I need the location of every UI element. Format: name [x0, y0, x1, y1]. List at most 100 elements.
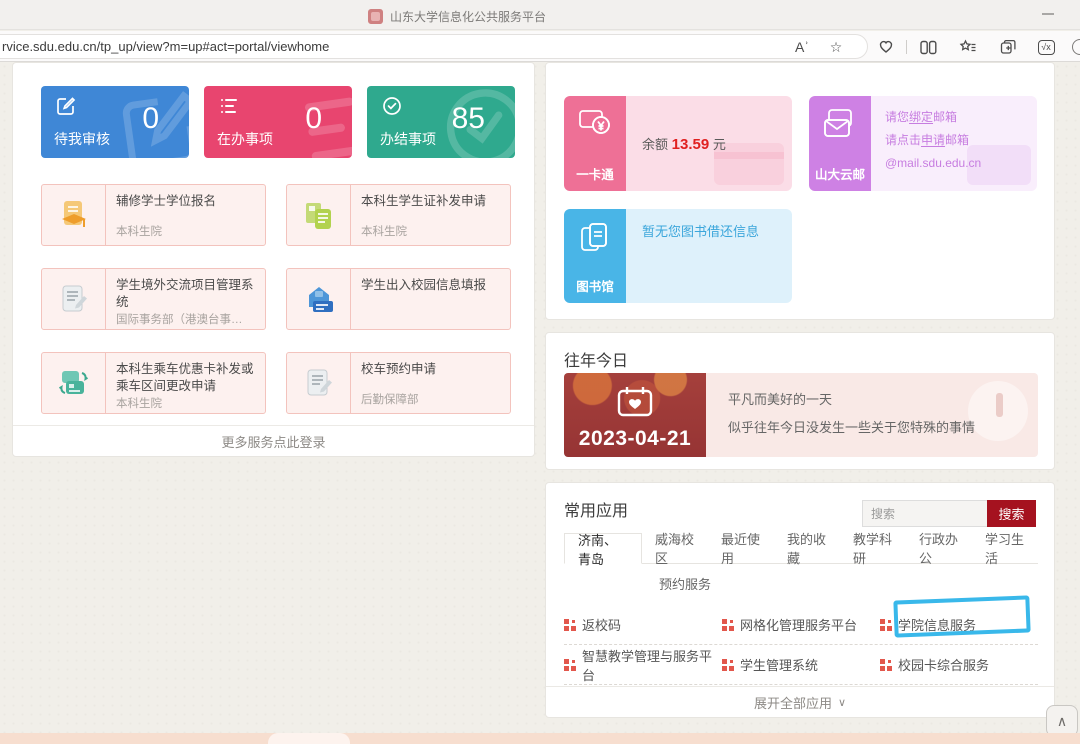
tab-teaching-research[interactable]: 教学科研 [840, 533, 906, 563]
app-grid-icon [880, 659, 892, 671]
app-links-row1: 返校码 网格化管理服务平台 学院信息服务 [564, 605, 1038, 645]
edit-icon [55, 95, 77, 122]
tab-booking-service[interactable]: 预约服务 [646, 569, 724, 597]
browser-tab-bar: 山东大学信息化公共服务平台 [0, 0, 1080, 30]
app-tabs-row2: 预约服务 [564, 569, 724, 597]
apply-mail-link: 申请 [921, 133, 945, 147]
stat-cards: 待我审核 0 在办事项 0 [41, 86, 515, 158]
common-apps-title: 常用应用 [564, 497, 628, 521]
more-services-login-link[interactable]: 更多服务点此登录 [13, 425, 534, 456]
browser-toolbar: rvice.sdu.edu.cn/tp_up/view?m=up#act=por… [0, 31, 1080, 62]
app-grid-management[interactable]: 网格化管理服务平台 [722, 615, 880, 634]
tab-study-life[interactable]: 学习生活 [972, 533, 1038, 563]
service-minor-degree[interactable]: 辅修学士学位报名 本科生院 [41, 184, 266, 246]
bind-mail-line[interactable]: 请您绑定邮箱 [885, 106, 981, 129]
library-label: 图书馆 [576, 276, 614, 295]
stat-label: 在办事项 [217, 129, 273, 149]
service-dept: 本科生院 [361, 223, 502, 239]
service-dept: 后勤保障部 [361, 391, 502, 407]
app-link-label: 校园卡综合服务 [898, 655, 989, 674]
mail-icon [823, 108, 857, 145]
tab-weihai[interactable]: 威海校区 [642, 533, 708, 563]
app-search-input[interactable] [862, 500, 987, 527]
tab-favorites[interactable]: 我的收藏 [774, 533, 840, 563]
service-title: 校车预约申请 [361, 361, 502, 378]
app-search-button[interactable]: 搜索 [987, 500, 1036, 527]
app-college-info-service[interactable]: 学院信息服务 [880, 615, 1038, 634]
app-campus-card-service[interactable]: 校园卡综合服务 [880, 655, 1038, 674]
browser-essentials-icon[interactable] [876, 37, 896, 57]
library-side: 图书馆 [564, 209, 626, 303]
service-dept: 本科生院 [116, 223, 257, 239]
toolbar-divider [906, 40, 907, 54]
screen: 山东大学信息化公共服务平台 rvice.sdu.edu.cn/tp_up/vie… [0, 0, 1080, 744]
memory-photo: 2023-04-21 [564, 373, 706, 457]
minimize-icon[interactable] [1042, 13, 1054, 15]
tab-admin-office[interactable]: 行政办公 [906, 533, 972, 563]
app-return-code[interactable]: 返校码 [564, 615, 722, 634]
memory-text: 平凡而美好的一天 似乎往年今日没发生一些关于您特殊的事情 [706, 373, 1038, 457]
memory-card[interactable]: 2023-04-21 平凡而美好的一天 似乎往年今日没发生一些关于您特殊的事情 [564, 373, 1038, 457]
library-body: 暂无您图书借还信息 [626, 209, 792, 303]
chevron-down-icon: ∨ [838, 696, 846, 709]
service-dept: 国际事务部（港澳台事… [116, 311, 257, 327]
url-text[interactable]: rvice.sdu.edu.cn/tp_up/view?m=up#act=por… [2, 39, 329, 54]
memories-title: 往年今日 [564, 347, 628, 371]
balance-amount: 13.59 [672, 136, 710, 153]
tab-recent[interactable]: 最近使用 [708, 533, 774, 563]
app-link-label: 学生管理系统 [740, 655, 818, 674]
personal-cards-panel: 一卡通 余额 13.59 元 [545, 62, 1055, 320]
cloud-mail-widget[interactable]: 山大云邮 请您绑定邮箱 请点击申请邮箱 @mail.sdu.edu.cn [809, 96, 1037, 191]
stat-value: 0 [142, 102, 159, 136]
service-campus-entry-report[interactable]: 学生出入校园信息填报 [286, 268, 511, 330]
app-search: 搜索 [862, 500, 1036, 527]
common-apps-panel: 常用应用 搜索 济南、青岛 威海校区 最近使用 我的收藏 教学科研 行政办公 学… [545, 482, 1055, 718]
books-icon [578, 221, 612, 260]
app-grid-icon [722, 659, 734, 671]
bind-mail-link: 绑定 [909, 110, 933, 124]
id-cards-icon [287, 185, 351, 245]
split-screen-icon[interactable] [918, 37, 938, 57]
collections-icon[interactable] [998, 37, 1018, 57]
favorites-icon[interactable] [958, 37, 978, 57]
stat-pending-review[interactable]: 待我审核 0 [41, 86, 189, 158]
card-yen-icon [578, 108, 612, 143]
profile-icon[interactable] [1072, 39, 1080, 55]
stat-completed[interactable]: 办结事项 85 [367, 86, 515, 158]
stat-value: 0 [305, 102, 322, 136]
browser-tab[interactable]: 山东大学信息化公共服务平台 [368, 4, 546, 28]
app-student-management[interactable]: 学生管理系统 [722, 655, 880, 674]
app-link-label: 返校码 [582, 615, 621, 634]
cloud-mail-side: 山大云邮 [809, 96, 871, 191]
balance-text: 余额 13.59 元 [642, 134, 726, 153]
app-link-label: 网格化管理服务平台 [740, 615, 857, 634]
service-title: 本科生学生证补发申请 [361, 193, 502, 210]
read-aloud-icon[interactable]: Aʾ [792, 37, 812, 57]
expand-all-apps[interactable]: 展开全部应用 ∨ [546, 686, 1054, 717]
stat-in-progress[interactable]: 在办事项 0 [204, 86, 352, 158]
library-widget[interactable]: 图书馆 暂无您图书借还信息 [564, 209, 792, 303]
app-grid-icon [722, 619, 734, 631]
campus-card-widget[interactable]: 一卡通 余额 13.59 元 [564, 96, 792, 191]
calendar-heart-icon [615, 385, 655, 424]
apply-mail-line[interactable]: 请点击申请邮箱 [885, 129, 981, 152]
service-bus-discount-card[interactable]: 本科生乘车优惠卡补发或乘车区间更改申请 本科生院 [41, 352, 266, 414]
background-window-edge [0, 733, 1080, 744]
service-title: 辅修学士学位报名 [116, 193, 257, 210]
app-link-label: 智慧教学管理与服务平台 [582, 646, 722, 684]
mail-domain: @mail.sdu.edu.cn [885, 152, 981, 175]
clock-watermark-icon [968, 381, 1028, 441]
tab-jinan-qingdao[interactable]: 济南、青岛 [564, 533, 642, 564]
background-window-tab [268, 733, 350, 744]
stat-label: 待我审核 [54, 129, 110, 149]
service-overseas-exchange[interactable]: 学生境外交流项目管理系统 国际事务部（港澳台事… [41, 268, 266, 330]
app-smart-teaching[interactable]: 智慧教学管理与服务平台 [564, 646, 722, 684]
math-solver-icon[interactable]: √x [1036, 37, 1056, 57]
memory-date: 2023-04-21 [564, 427, 706, 451]
memories-panel: 往年今日 2023-04-21 平凡而美好的一天 似乎往年今日没发生一些关于您特… [545, 332, 1055, 470]
service-student-id-reissue[interactable]: 本科生学生证补发申请 本科生院 [286, 184, 511, 246]
app-grid-icon [564, 619, 576, 631]
add-favorite-icon[interactable]: ☆ [826, 37, 846, 57]
doc-pencil-icon [42, 269, 106, 329]
service-school-bus-booking[interactable]: 校车预约申请 后勤保障部 [286, 352, 511, 414]
